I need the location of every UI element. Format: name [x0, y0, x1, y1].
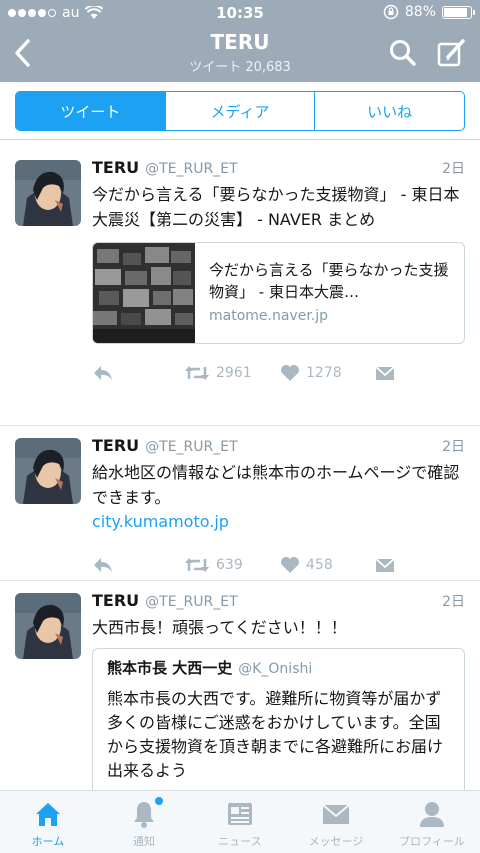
retweet-button[interactable]: 2961	[184, 364, 280, 382]
card-image	[93, 243, 195, 343]
avatar[interactable]	[15, 160, 81, 226]
envelope-icon	[375, 366, 395, 380]
status-bar: au 10:35 88%	[0, 0, 480, 28]
tab-bar: ホーム 通知 ニュース メッセージ プロフィール	[0, 790, 480, 853]
tab-messages[interactable]: メッセージ	[288, 791, 384, 853]
author-name[interactable]: TERU	[92, 436, 139, 455]
link-card[interactable]: 今だから言える「要らなかった支援物資」 - 東日本大震… matome.nave…	[92, 242, 465, 344]
reply-icon	[94, 558, 112, 572]
quoted-author-name: 熊本市長 大西一史	[107, 659, 233, 677]
notification-dot	[155, 797, 163, 805]
bell-icon	[134, 802, 154, 828]
tweet[interactable]: TERU @TE_RUR_ET 2日 給水地区の情報などは熊本市のホームページで…	[0, 426, 480, 581]
profile-tabs-bar: ツイート メディア いいね	[0, 82, 480, 140]
search-icon[interactable]	[388, 38, 418, 68]
avatar[interactable]	[15, 438, 81, 504]
tab-news[interactable]: ニュース	[192, 791, 288, 853]
retweet-button[interactable]: 639	[184, 556, 280, 574]
heart-icon	[281, 365, 299, 381]
rotation-lock-icon	[383, 4, 399, 20]
tweet-time: 2日	[442, 594, 465, 610]
envelope-icon	[322, 804, 350, 824]
battery-icon	[442, 5, 475, 19]
segmented-control: ツイート メディア いいね	[15, 91, 465, 131]
tab-label: ホーム	[31, 835, 65, 848]
avatar[interactable]	[15, 593, 81, 659]
tweet[interactable]: TERU @TE_RUR_ET 2日 今だから言える「要らなかった支援物資」 -…	[0, 148, 480, 426]
tweet-text: 給水地区の情報などは熊本市のホームページで確認できます。	[92, 463, 460, 507]
retweet-count: 2961	[216, 365, 252, 381]
like-count: 1278	[306, 365, 342, 381]
tab-likes[interactable]: いいね	[315, 92, 464, 130]
like-button[interactable]: 1278	[280, 364, 374, 382]
battery-percent: 88%	[404, 4, 436, 20]
retweet-icon	[185, 558, 209, 572]
envelope-icon	[375, 558, 395, 572]
quoted-tweet[interactable]: 熊本市長 大西一史 @K_Onishi 熊本市長の大西です。避難所に物資等が届か…	[92, 648, 465, 790]
timeline[interactable]: TERU @TE_RUR_ET 2日 今だから言える「要らなかった支援物資」 -…	[0, 148, 480, 790]
top-bar: au 10:35 88% TERU ツイート 20,683	[0, 0, 480, 82]
quoted-text: 熊本市長の大西です。避難所に物資等が届かず多くの皆様にご迷惑をおかけしています。…	[107, 689, 444, 780]
tab-label: プロフィール	[399, 835, 465, 848]
tab-profile[interactable]: プロフィール	[384, 791, 480, 853]
like-count: 458	[306, 557, 333, 573]
tab-tweets[interactable]: ツイート	[16, 92, 166, 130]
compose-icon[interactable]	[436, 37, 468, 69]
profile-icon	[420, 802, 444, 827]
author-name[interactable]: TERU	[92, 158, 139, 177]
tweet-time: 2日	[442, 439, 465, 455]
tab-notifications[interactable]: 通知	[96, 791, 192, 853]
tweet-link[interactable]: city.kumamoto.jp	[92, 510, 465, 534]
tweet-actions: 2961 1278	[92, 350, 465, 396]
tweet-text: 今だから言える「要らなかった支援物資」 - 東日本大震災【第二の災害】 - NA…	[92, 185, 460, 229]
retweet-count: 639	[216, 557, 243, 573]
tweet-time: 2日	[442, 161, 465, 177]
retweet-icon	[185, 366, 209, 380]
like-button[interactable]: 458	[280, 556, 374, 574]
author-handle[interactable]: @TE_RUR_ET	[145, 161, 238, 177]
card-title: 今だから言える「要らなかった支援物資」 - 東日本大震…	[209, 261, 449, 301]
dm-button[interactable]	[374, 556, 396, 574]
reply-button[interactable]	[92, 364, 184, 382]
heart-icon	[281, 557, 299, 573]
reply-icon	[94, 366, 112, 380]
tab-home[interactable]: ホーム	[0, 791, 96, 853]
author-handle[interactable]: @TE_RUR_ET	[145, 594, 238, 610]
tab-label: ニュース	[218, 835, 262, 848]
news-icon	[228, 803, 252, 825]
home-icon	[36, 803, 60, 826]
card-domain: matome.naver.jp	[209, 308, 329, 324]
dm-button[interactable]	[374, 364, 396, 382]
tab-media[interactable]: メディア	[166, 92, 316, 130]
tab-label: 通知	[133, 835, 155, 848]
reply-button[interactable]	[92, 556, 184, 574]
author-handle[interactable]: @TE_RUR_ET	[145, 439, 238, 455]
tweet[interactable]: TERU @TE_RUR_ET 2日 大西市長！頑張ってください！！！ 熊本市長…	[0, 581, 480, 790]
tab-label: メッセージ	[308, 835, 364, 848]
quoted-author-handle: @K_Onishi	[238, 661, 313, 677]
author-name[interactable]: TERU	[92, 591, 139, 610]
tweet-text: 大西市長！頑張ってください！！！	[92, 618, 347, 637]
